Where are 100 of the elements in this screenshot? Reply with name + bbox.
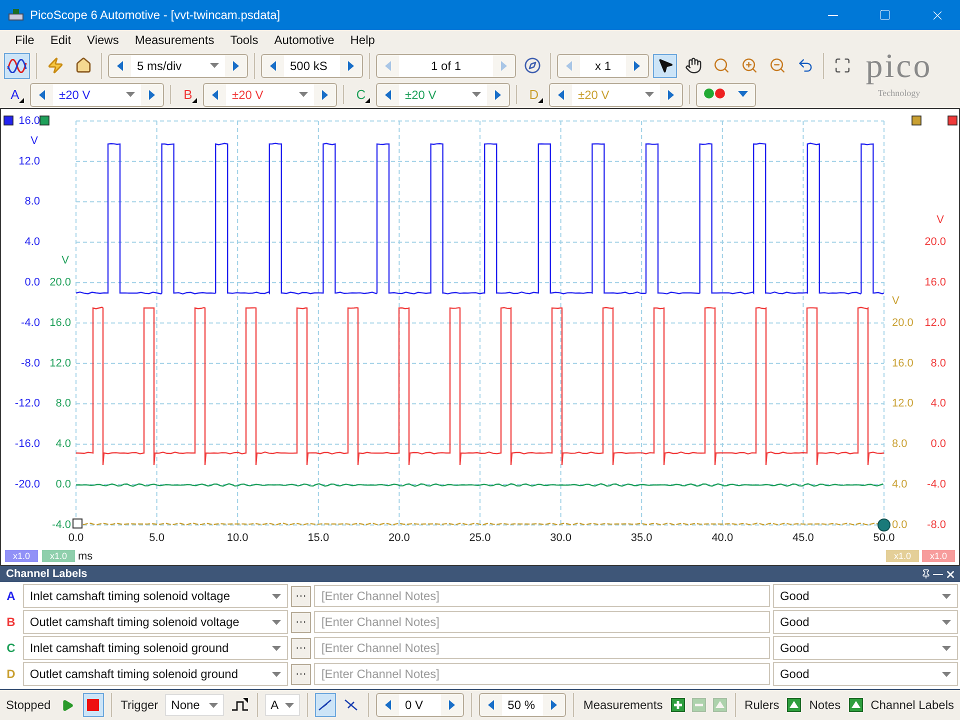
more-button[interactable]: ··· <box>290 612 312 633</box>
hand-icon <box>684 57 702 74</box>
menu-item[interactable]: Tools <box>223 30 266 50</box>
axis-label: 16.0 <box>18 115 40 128</box>
zoom-out-icon <box>768 57 786 74</box>
channel-label-select[interactable]: Inlet camshaft timing solenoid ground <box>22 636 288 660</box>
quality-select[interactable]: Good <box>772 584 958 608</box>
axis-label: 4.0 <box>56 438 71 451</box>
caret-icon <box>738 90 748 97</box>
axis-label: 12.0 <box>18 156 40 168</box>
stop-icon <box>87 699 100 712</box>
waveform-icon <box>7 58 27 73</box>
trigger-label: Trigger <box>120 698 160 712</box>
axis-label: 25.0 <box>469 532 491 544</box>
lightning-icon <box>46 57 64 74</box>
quality-select[interactable]: Good <box>772 662 958 686</box>
more-button[interactable]: ··· <box>290 664 312 685</box>
channel-label-select[interactable]: Inlet camshaft timing solenoid voltage <box>22 584 288 608</box>
notes-field[interactable]: [Enter Channel Notes] <box>314 663 770 686</box>
channel-letter: A <box>6 589 16 604</box>
window-title: PicoScope 6 Automotive - [vvt-twincam.psdata] <box>30 8 282 22</box>
rulers-button[interactable] <box>786 696 802 714</box>
notes-button[interactable] <box>848 696 864 714</box>
edge-button[interactable] <box>315 693 336 718</box>
axis-label: 16.0 <box>50 317 71 330</box>
axis-label: -8.0 <box>21 358 40 370</box>
channel-label-select[interactable]: Outlet camshaft timing solenoid ground <box>22 662 288 686</box>
more-button[interactable]: ··· <box>290 586 312 607</box>
measurements-label: Measurements <box>582 698 664 712</box>
zoom-fit-icon <box>834 57 850 74</box>
rising-edge-icon <box>318 698 332 712</box>
plus-icon <box>670 698 685 712</box>
corner-triangle-icon <box>192 98 197 103</box>
axis-label: 0.0 <box>68 532 84 544</box>
menu-item[interactable]: Measurements <box>128 30 222 50</box>
menu-item[interactable]: Help <box>343 30 382 50</box>
panel-title: Channel Labels <box>6 568 88 580</box>
axis-label: 8.0 <box>56 398 71 410</box>
close-icon <box>944 568 956 580</box>
trigger-source-select[interactable]: A <box>264 694 300 716</box>
stop-button[interactable] <box>83 693 104 718</box>
app-icon <box>8 8 24 22</box>
axis-label: 50.0 <box>873 532 895 544</box>
caret-icon <box>272 594 281 599</box>
axis-label: 12.0 <box>924 317 946 330</box>
notes-field[interactable]: [Enter Channel Notes] <box>314 637 770 660</box>
caret-icon <box>272 672 281 677</box>
channel-letter: B <box>6 615 16 630</box>
axis-label: 4.0 <box>892 478 908 491</box>
scope-mode-button[interactable] <box>4 52 30 79</box>
axis-label: 8.0 <box>930 358 946 370</box>
axis-label: 20.0 <box>924 236 946 249</box>
notes-field[interactable]: [Enter Channel Notes] <box>314 585 770 608</box>
channel-letter: D <box>6 667 16 682</box>
axis-label: 0.0 <box>24 276 40 289</box>
axis-label: -16.0 <box>14 438 40 451</box>
caret-icon <box>942 672 951 677</box>
axis-label: 15.0 <box>308 532 330 544</box>
caret-icon <box>285 702 294 708</box>
pin-icon <box>921 569 931 580</box>
axis-unit: V <box>936 214 944 227</box>
menu-item[interactable]: Views <box>80 30 126 50</box>
axis-label: -4.0 <box>52 519 71 532</box>
channel-button[interactable]: A <box>4 84 26 106</box>
axis-unit: V <box>892 295 900 308</box>
trigger-mode-select[interactable]: None <box>165 694 224 716</box>
ruler-handle[interactable] <box>72 518 82 529</box>
axis-label: 30.0 <box>550 532 572 544</box>
axis-label: 35.0 <box>630 532 652 544</box>
compass-icon <box>524 57 540 74</box>
channel-label-select[interactable]: Outlet camshaft timing solenoid voltage <box>22 610 288 634</box>
measurement-button[interactable] <box>670 696 686 714</box>
axis-label: 0.0 <box>930 438 946 451</box>
axis-label: -4.0 <box>927 478 946 491</box>
axis-label: 0.0 <box>892 519 908 532</box>
corner-triangle-icon <box>538 98 543 103</box>
notes-field[interactable]: [Enter Channel Notes] <box>314 611 770 634</box>
more-button[interactable]: ··· <box>290 638 312 659</box>
axis-label: 12.0 <box>892 398 914 410</box>
pointer-icon <box>656 57 674 74</box>
menu-item[interactable]: Edit <box>43 30 78 50</box>
zoom-in-icon <box>740 57 758 74</box>
menu-item[interactable]: Automotive <box>267 30 342 50</box>
axis-label: 40.0 <box>712 532 734 544</box>
undo-icon <box>796 57 814 74</box>
axis-label: 0.0 <box>56 478 71 491</box>
ruler-handle[interactable] <box>878 518 890 532</box>
quality-select[interactable]: Good <box>772 610 958 634</box>
notes-label: Notes <box>808 698 842 712</box>
tool-button[interactable] <box>653 54 677 78</box>
axis-label: -20.0 <box>14 478 40 491</box>
axis-label: 8.0 <box>24 196 40 208</box>
magnifier-icon <box>712 57 730 74</box>
pin-button[interactable] <box>920 567 932 582</box>
quality-select[interactable]: Good <box>772 636 958 660</box>
menu-item[interactable]: File <box>8 30 42 50</box>
axis-label: 4.0 <box>930 398 946 410</box>
axis-label: 45.0 <box>792 532 814 544</box>
caret-icon <box>942 620 951 625</box>
channel-labels-label: Channel Labels <box>870 698 955 712</box>
